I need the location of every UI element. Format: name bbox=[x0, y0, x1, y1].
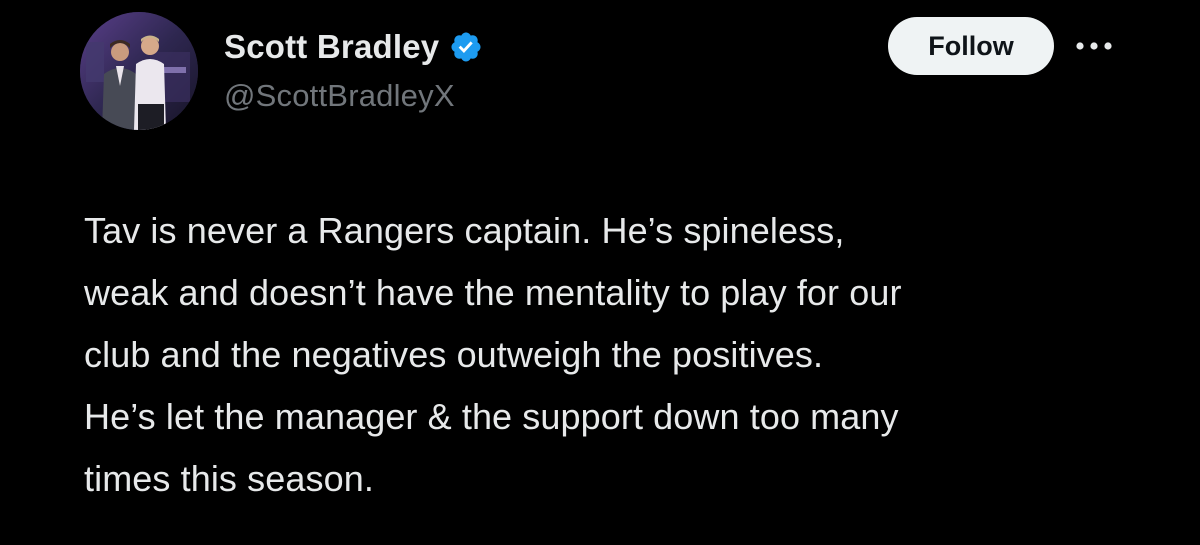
tweet-text-line: He’s let the manager & the support down … bbox=[84, 396, 899, 437]
tweet-text-line: Tav is never a Rangers captain. He’s spi… bbox=[84, 210, 845, 251]
more-options-icon[interactable] bbox=[1072, 28, 1116, 64]
avatar[interactable] bbox=[80, 12, 198, 130]
author-handle[interactable]: @ScottBradleyX bbox=[224, 78, 483, 114]
tweet-text-line: times this season. bbox=[84, 458, 374, 499]
tweet-text-line: weak and doesn’t have the mentality to p… bbox=[84, 272, 902, 313]
tweet-card: Scott Bradley @ScottBradleyX Follow Tav … bbox=[0, 0, 1200, 545]
author-display-name[interactable]: Scott Bradley bbox=[224, 28, 439, 66]
name-row: Scott Bradley bbox=[224, 22, 483, 72]
avatar-photo-icon bbox=[80, 12, 198, 130]
tweet-text: Tav is never a Rangers captain. He’s spi… bbox=[84, 200, 1144, 510]
tweet-text-line: club and the negatives outweigh the posi… bbox=[84, 334, 824, 375]
follow-button[interactable]: Follow bbox=[888, 17, 1054, 75]
author-info: Scott Bradley @ScottBradleyX bbox=[224, 22, 483, 122]
verified-badge-icon[interactable] bbox=[449, 30, 483, 64]
